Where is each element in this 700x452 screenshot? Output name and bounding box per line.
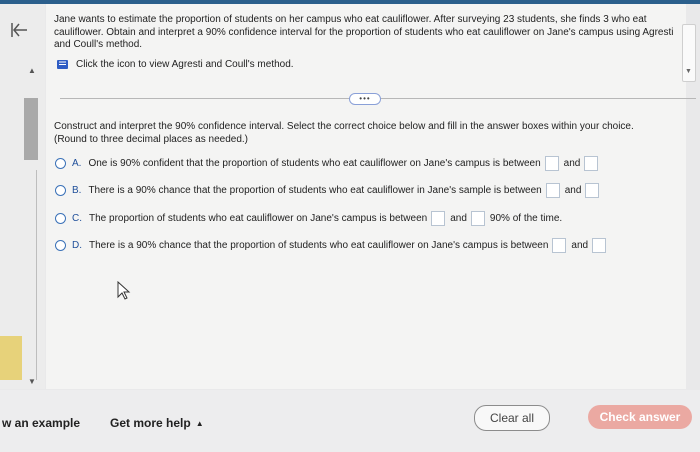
answer-box-d1[interactable] (552, 237, 567, 253)
choice-letter: B. (72, 184, 82, 196)
highlight-strip (0, 336, 22, 380)
choice-b[interactable]: B. There is a 90% chance that the propor… (55, 182, 604, 198)
get-more-help-label: Get more help (110, 416, 191, 430)
choice-text: There is a 90% chance that the proportio… (88, 184, 542, 196)
question-text: Jane wants to estimate the proportion of… (54, 14, 674, 50)
scroll-down-icon[interactable]: ▼ (28, 377, 36, 386)
choice-a[interactable]: A. One is 90% confident that the proport… (55, 155, 603, 171)
answer-box-c2[interactable] (470, 210, 485, 226)
choice-letter: A. (72, 157, 82, 169)
caret-up-icon: ▲ (195, 418, 204, 428)
pane-scroll-thumb[interactable] (24, 98, 38, 160)
choice-tail: 90% of the time. (489, 212, 563, 224)
mouse-cursor-icon (117, 281, 131, 300)
choice-and: and (571, 239, 589, 251)
get-more-help-button[interactable]: Get more help ▲ (110, 416, 204, 430)
choice-and: and (563, 157, 581, 169)
answer-box-a1[interactable] (544, 155, 559, 171)
choice-letter: D. (72, 239, 82, 251)
choice-d[interactable]: D. There is a 90% chance that the propor… (55, 237, 611, 253)
instruction-line: Construct and interpret the 90% confiden… (54, 121, 634, 132)
choice-text: One is 90% confident that the proportion… (88, 157, 541, 169)
radio-a[interactable] (55, 157, 66, 169)
choice-c[interactable]: C. The proportion of students who eat ca… (55, 210, 562, 226)
choice-and: and (450, 212, 467, 224)
radio-c[interactable] (55, 212, 66, 224)
answer-box-b2[interactable] (585, 182, 600, 198)
radio-d[interactable] (55, 239, 66, 251)
instruction-rounding: (Round to three decimal places as needed… (54, 133, 249, 145)
choice-letter: C. (72, 212, 82, 224)
clear-all-button[interactable]: Clear all (474, 405, 550, 431)
scroll-up-icon[interactable]: ▲ (28, 66, 36, 75)
left-rail (0, 4, 45, 389)
answer-box-b1[interactable] (545, 182, 560, 198)
answer-box-c1[interactable] (431, 210, 446, 226)
choice-text: The proportion of students who eat cauli… (89, 212, 428, 224)
answer-box-a2[interactable] (584, 155, 599, 171)
back-arrow-icon[interactable] (9, 20, 29, 40)
view-example-link[interactable]: w an example (2, 416, 80, 430)
book-icon[interactable] (56, 59, 69, 70)
method-link-text[interactable]: Click the icon to view Agresti and Coull… (76, 59, 294, 70)
radio-b[interactable] (55, 184, 66, 196)
answer-box-d2[interactable] (592, 237, 607, 253)
choice-and: and (564, 184, 582, 196)
expand-ellipsis-button[interactable]: ••• (349, 93, 381, 105)
rail-divider (36, 170, 37, 380)
scroll-down-small-icon[interactable]: ▼ (685, 68, 692, 75)
choice-text: There is a 90% chance that the proportio… (89, 239, 549, 251)
method-link-row[interactable]: Click the icon to view Agresti and Coull… (56, 59, 294, 70)
instruction: Construct and interpret the 90% confiden… (54, 121, 684, 146)
check-answer-button[interactable]: Check answer (588, 405, 692, 429)
